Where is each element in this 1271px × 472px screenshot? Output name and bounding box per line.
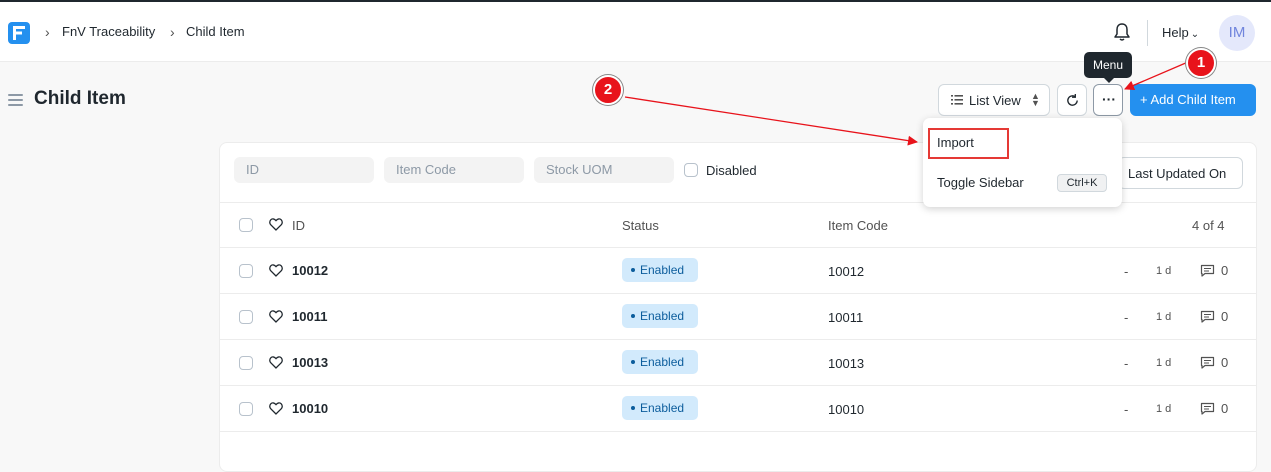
id-filter-input[interactable]: ID bbox=[234, 157, 374, 183]
disabled-checkbox[interactable] bbox=[684, 163, 698, 177]
breadcrumb-child-item[interactable]: Child Item bbox=[186, 24, 245, 39]
item-code-value: 10013 bbox=[828, 356, 865, 371]
column-header-item-code: Item Code bbox=[828, 218, 888, 233]
page-title: Child Item bbox=[34, 88, 126, 109]
divider bbox=[220, 247, 1256, 248]
comment-count: 0 bbox=[1221, 309, 1229, 324]
row-checkbox[interactable] bbox=[239, 310, 253, 324]
annotation-arrow-2 bbox=[624, 96, 918, 146]
menu-item-toggle-sidebar[interactable]: Toggle Sidebar bbox=[937, 175, 1024, 190]
tooltip-arrow bbox=[1104, 78, 1114, 83]
add-child-item-button[interactable]: + Add Child Item bbox=[1130, 84, 1256, 116]
status-badge: Enabled bbox=[622, 396, 698, 420]
sort-label: Last Updated On bbox=[1128, 166, 1227, 181]
list-view-button[interactable]: List View ▲ ▼ bbox=[938, 84, 1050, 116]
comment-icon bbox=[1200, 356, 1215, 369]
heart-icon[interactable] bbox=[269, 218, 283, 231]
comment-icon bbox=[1200, 310, 1215, 323]
list-icon bbox=[951, 95, 963, 105]
chevron-down-icon: ⌄ bbox=[1190, 29, 1200, 40]
item-code-value: 10011 bbox=[828, 310, 864, 325]
empty-value: - bbox=[1124, 264, 1129, 279]
item-code-value: 10010 bbox=[828, 402, 865, 417]
import-highlight-box bbox=[928, 128, 1009, 159]
empty-value: - bbox=[1124, 402, 1129, 417]
navbar-divider bbox=[1147, 20, 1148, 46]
status-badge-label: Enabled bbox=[640, 309, 685, 323]
annotation-marker-1: 1 bbox=[1186, 48, 1216, 78]
column-header-status: Status bbox=[622, 218, 659, 233]
sidebar-toggle-icon[interactable] bbox=[8, 94, 23, 106]
modified-age: 1 d bbox=[1156, 265, 1172, 277]
empty-value: - bbox=[1124, 356, 1129, 371]
row-id-link[interactable]: 10013 bbox=[292, 355, 328, 370]
breadcrumb-fnv-traceability[interactable]: FnV Traceability bbox=[62, 24, 155, 39]
add-child-item-label: + Add Child Item bbox=[1140, 92, 1236, 107]
help-label: Help bbox=[1162, 25, 1189, 40]
row-id-link[interactable]: 10010 bbox=[292, 401, 328, 416]
divider bbox=[220, 293, 1256, 294]
app-logo[interactable] bbox=[8, 22, 30, 44]
divider bbox=[220, 385, 1256, 386]
row-checkbox[interactable] bbox=[239, 264, 253, 278]
item-code-filter-input[interactable]: Item Code bbox=[384, 157, 524, 183]
modified-age: 1 d bbox=[1156, 311, 1172, 323]
refresh-icon bbox=[1067, 93, 1078, 106]
menu-tooltip: Menu bbox=[1084, 52, 1132, 78]
comment-count: 0 bbox=[1221, 263, 1229, 278]
status-badge-label: Enabled bbox=[640, 355, 685, 369]
comment-count: 0 bbox=[1221, 401, 1229, 416]
heart-icon[interactable] bbox=[269, 356, 283, 369]
row-id-link[interactable]: 10011 bbox=[292, 309, 327, 324]
chevron-right-icon: › bbox=[45, 24, 50, 40]
disabled-label: Disabled bbox=[706, 163, 757, 178]
item-code-value: 10012 bbox=[828, 264, 865, 279]
stock-uom-filter-input[interactable]: Stock UOM bbox=[534, 157, 674, 183]
shortcut-badge: Ctrl+K bbox=[1057, 174, 1107, 192]
status-badge-label: Enabled bbox=[640, 401, 685, 415]
row-id-link[interactable]: 10012 bbox=[292, 263, 328, 278]
comment-count: 0 bbox=[1221, 355, 1229, 370]
record-count: 4 of 4 bbox=[1192, 218, 1225, 233]
row-checkbox[interactable] bbox=[239, 402, 253, 416]
notification-bell-icon[interactable] bbox=[1113, 22, 1131, 42]
chevron-right-icon: › bbox=[170, 24, 175, 40]
menu-button[interactable]: ··· bbox=[1093, 84, 1123, 116]
status-badge: Enabled bbox=[622, 258, 698, 282]
user-avatar[interactable]: IM bbox=[1219, 15, 1255, 51]
comment-icon bbox=[1200, 264, 1215, 277]
sort-button[interactable]: Last Updated On bbox=[1118, 157, 1243, 189]
empty-value: - bbox=[1124, 310, 1129, 325]
column-header-id[interactable]: ID bbox=[292, 218, 305, 233]
comment-icon bbox=[1200, 402, 1215, 415]
list-view-label: List View bbox=[969, 93, 1021, 108]
modified-age: 1 d bbox=[1156, 403, 1172, 415]
help-dropdown[interactable]: Help ⌄ bbox=[1162, 25, 1199, 40]
logo-icon bbox=[13, 26, 25, 40]
status-badge-label: Enabled bbox=[640, 263, 685, 277]
divider bbox=[220, 339, 1256, 340]
more-horizontal-icon: ··· bbox=[1102, 91, 1116, 107]
heart-icon[interactable] bbox=[269, 402, 283, 415]
select-arrows-icon: ▲ ▼ bbox=[1031, 91, 1040, 108]
divider bbox=[220, 431, 1256, 432]
heart-icon[interactable] bbox=[269, 264, 283, 277]
select-all-checkbox[interactable] bbox=[239, 218, 253, 232]
annotation-marker-2: 2 bbox=[593, 75, 623, 105]
status-badge: Enabled bbox=[622, 304, 698, 328]
status-badge: Enabled bbox=[622, 350, 698, 374]
modified-age: 1 d bbox=[1156, 357, 1172, 369]
heart-icon[interactable] bbox=[269, 310, 283, 323]
navbar: › FnV Traceability › Child Item Help ⌄ IM bbox=[0, 2, 1271, 62]
row-checkbox[interactable] bbox=[239, 356, 253, 370]
refresh-button[interactable] bbox=[1057, 84, 1087, 116]
